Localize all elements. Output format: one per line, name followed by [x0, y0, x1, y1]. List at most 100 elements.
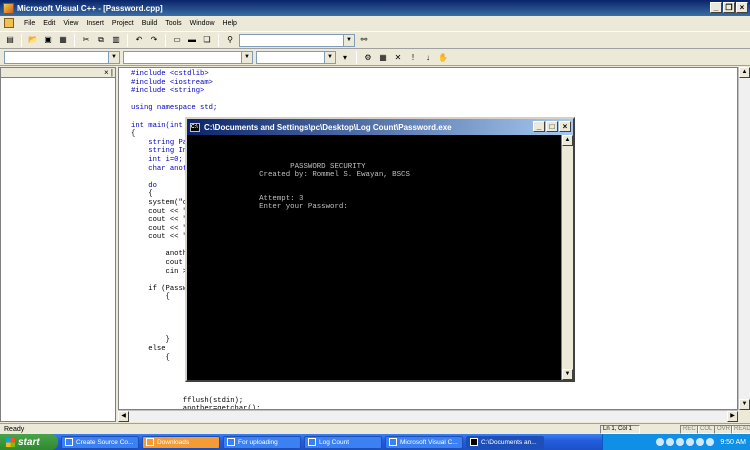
copy-icon[interactable]: ⧉	[95, 34, 107, 46]
menu-insert[interactable]: Insert	[86, 20, 104, 27]
task-downloads[interactable]: Downloads	[142, 435, 220, 449]
execute-icon[interactable]: !	[407, 52, 419, 64]
system-tray: 9:50 AM	[602, 434, 750, 450]
menu-window[interactable]: Window	[190, 20, 215, 27]
scroll-up-icon[interactable]: ▲	[562, 135, 573, 146]
redo-icon[interactable]: ↷	[148, 34, 160, 46]
chevron-down-icon[interactable]: ▼	[343, 34, 354, 46]
tray-icon[interactable]	[666, 438, 675, 446]
chevron-down-icon[interactable]: ▼	[108, 52, 119, 63]
code-line[interactable]	[131, 96, 269, 105]
breakpoint-icon[interactable]: ✋	[437, 52, 449, 64]
members-combo[interactable]: ▼	[256, 51, 336, 64]
task-for-uploading[interactable]: For uploading	[223, 435, 301, 449]
document-icon[interactable]	[4, 18, 14, 28]
console-minimize-button[interactable]: _	[533, 121, 545, 132]
console-icon	[470, 438, 478, 446]
workspace-icon[interactable]: ▭	[171, 34, 183, 46]
code-line[interactable]: #include <iostream>	[131, 79, 269, 88]
menu-build[interactable]: Build	[142, 20, 158, 27]
find-binoculars-icon[interactable]: ⚯	[358, 34, 370, 46]
visual-cpp-icon	[389, 438, 397, 446]
app-title-bar: Microsoft Visual C++ - [Password.cpp] _ …	[0, 0, 750, 16]
find-combo[interactable]: ▼	[239, 33, 355, 47]
col-indicator: COL	[697, 425, 716, 434]
read-indicator: READ	[731, 425, 750, 434]
editor-horizontal-scrollbar[interactable]: ◀ ▶	[118, 410, 738, 422]
scroll-down-icon[interactable]: ▼	[562, 369, 573, 380]
go-icon[interactable]: ↓	[422, 52, 434, 64]
close-pane-icon[interactable]: × |	[104, 68, 113, 77]
paste-icon[interactable]: ▥	[110, 34, 122, 46]
standard-toolbar: ▤ 📂 ▣ ▦ ✂ ⧉ ▥ ↶ ↷ ▭ ▬ ❏ ⚲ ▼ ⚯	[0, 31, 750, 49]
tray-icon[interactable]	[686, 438, 695, 446]
menu-project[interactable]: Project	[112, 20, 134, 27]
menu-file[interactable]: File	[24, 20, 35, 27]
console-line: Enter your Password:	[197, 203, 348, 211]
scroll-down-icon[interactable]: ▼	[739, 399, 750, 410]
code-line[interactable]: #include <string>	[131, 87, 269, 96]
chevron-down-icon[interactable]: ▼	[324, 52, 335, 63]
scroll-left-icon[interactable]: ◀	[118, 411, 129, 422]
filter-combo[interactable]: ▼	[123, 51, 253, 64]
class-combo[interactable]: ▼	[4, 51, 120, 64]
output-window-icon[interactable]: ▬	[186, 34, 198, 46]
build-icon[interactable]: ▦	[377, 52, 389, 64]
console-window[interactable]: C:\ C:\Documents and Settings\pc\Desktop…	[185, 117, 575, 382]
open-folder-icon[interactable]: 📂	[27, 34, 39, 46]
wizard-action-icon[interactable]: ▾	[339, 52, 351, 64]
minimize-button[interactable]: _	[710, 2, 722, 13]
start-button[interactable]: start	[0, 434, 58, 450]
app-title: Microsoft Visual C++ - [Password.cpp]	[17, 3, 163, 13]
close-button[interactable]: ×	[736, 2, 748, 13]
menu-view[interactable]: View	[63, 20, 78, 27]
editor-vertical-scrollbar[interactable]: ▲ ▼	[738, 67, 750, 410]
menu-bar: File Edit View Insert Project Build Tool…	[0, 16, 750, 30]
compile-icon[interactable]: ⚙	[362, 52, 374, 64]
code-line[interactable]: #include <cstdlib>	[131, 70, 269, 79]
find-in-files-icon[interactable]: ⚲	[224, 34, 236, 46]
line-col-indicator: Ln 1, Col 1	[600, 425, 640, 434]
undo-icon[interactable]: ↶	[133, 34, 145, 46]
window-list-icon[interactable]: ❏	[201, 34, 213, 46]
task-visual-cpp[interactable]: Microsoft Visual C...	[385, 435, 463, 449]
console-scrollbar[interactable]: ▲ ▼	[561, 135, 573, 380]
folder-icon	[308, 438, 316, 446]
cut-icon[interactable]: ✂	[80, 34, 92, 46]
tray-icon[interactable]	[656, 438, 665, 446]
scroll-up-icon[interactable]: ▲	[739, 67, 750, 78]
new-text-file-icon[interactable]: ▤	[4, 34, 16, 46]
save-all-icon[interactable]: ▦	[57, 34, 69, 46]
volume-icon[interactable]	[706, 438, 715, 446]
console-icon: C:\	[190, 122, 200, 132]
task-create-source[interactable]: Create Source Co...	[61, 435, 139, 449]
menu-tools[interactable]: Tools	[165, 20, 181, 27]
menu-edit[interactable]: Edit	[43, 20, 55, 27]
console-title-bar[interactable]: C:\ C:\Documents and Settings\pc\Desktop…	[187, 119, 573, 135]
network-icon[interactable]	[696, 438, 705, 446]
task-console[interactable]: C:\Documents an...	[466, 435, 544, 449]
folder-icon	[146, 438, 154, 446]
rec-indicator: REC	[680, 425, 699, 434]
workspace-pane[interactable]: × |	[0, 67, 116, 422]
code-line[interactable]: using namespace std;	[131, 104, 269, 113]
console-close-button[interactable]: ×	[559, 121, 571, 132]
task-log-count[interactable]: Log Count	[304, 435, 382, 449]
restore-button[interactable]: ❐	[723, 2, 735, 13]
tray-icon[interactable]	[676, 438, 685, 446]
code-line[interactable]: fflush(stdin);	[131, 397, 269, 406]
save-icon[interactable]: ▣	[42, 34, 54, 46]
workspace-header: × |	[1, 68, 115, 78]
console-maximize-button[interactable]: □	[546, 121, 558, 132]
menu-help[interactable]: Help	[223, 20, 237, 27]
wizardbar-toolbar: ▼ ▼ ▼ ▾ ⚙ ▦ ✕ ! ↓ ✋	[0, 50, 750, 66]
console-output[interactable]: PASSWORD SECURITY Created by: Rommel S. …	[187, 135, 561, 380]
scroll-right-icon[interactable]: ▶	[727, 411, 738, 422]
console-line: Attempt: 3	[197, 195, 304, 203]
stop-build-icon[interactable]: ✕	[392, 52, 404, 64]
clock[interactable]: 9:50 AM	[720, 439, 746, 446]
chevron-down-icon[interactable]: ▼	[241, 52, 252, 63]
code-line[interactable]	[131, 388, 269, 397]
